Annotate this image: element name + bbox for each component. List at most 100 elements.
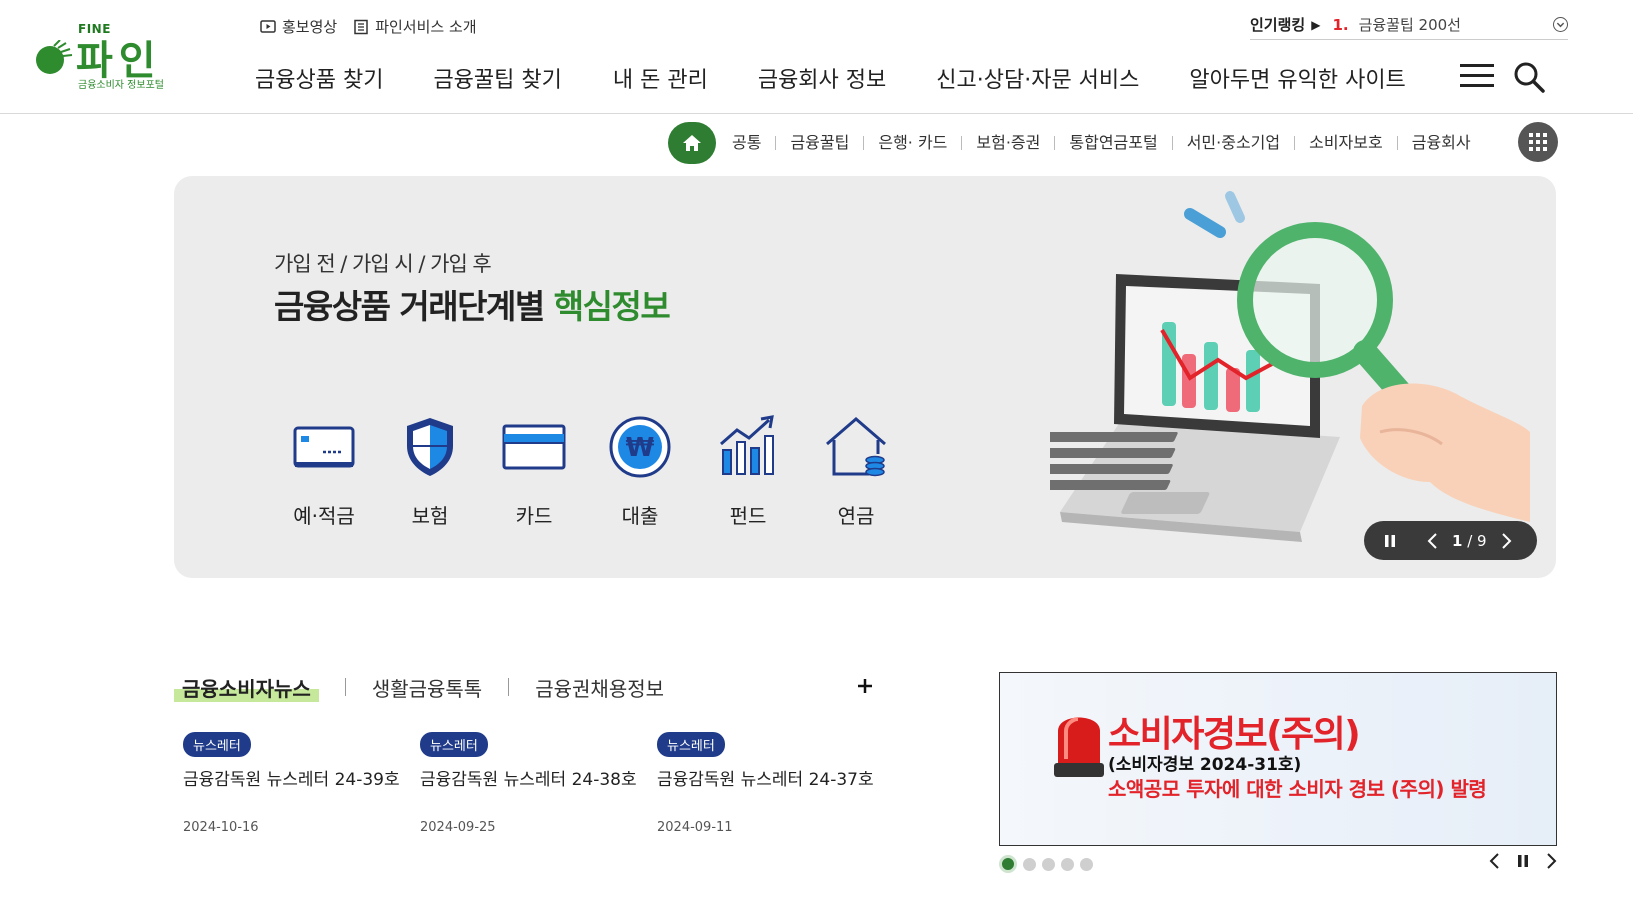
ranking-expand-button[interactable] bbox=[1553, 17, 1568, 32]
site-header: FINE 파인 금융소비자 정보포털 홍보영상 파인서비스 소개 인기랭킹 ▶ … bbox=[0, 0, 1633, 114]
hero-title-main: 금융상품 거래단계별 bbox=[274, 287, 545, 326]
pause-icon[interactable] bbox=[1382, 533, 1398, 549]
siren-icon bbox=[1054, 717, 1104, 777]
tab-divider bbox=[344, 678, 346, 696]
hero-banner[interactable]: 가입 전 / 가입 시 / 가입 후 금융상품 거래단계별 핵심정보 예·적금 … bbox=[174, 176, 1556, 578]
tab-job-info[interactable]: 금융권채용정보 bbox=[535, 673, 664, 702]
category-deposit[interactable]: 예·적금 bbox=[270, 414, 378, 529]
pause-icon[interactable] bbox=[1516, 852, 1530, 870]
tab-consumer-news[interactable]: 금융소비자뉴스 bbox=[174, 672, 319, 702]
news-badge: 뉴스레터 bbox=[183, 732, 251, 757]
hero-pretitle: 가입 전 / 가입 시 / 가입 후 bbox=[274, 252, 492, 276]
house-coin-icon bbox=[826, 417, 886, 477]
logo-mark-icon bbox=[36, 40, 73, 74]
chevron-right-icon[interactable] bbox=[1544, 852, 1558, 870]
category-pension[interactable]: 연금 bbox=[802, 414, 910, 529]
more-plus-icon[interactable] bbox=[855, 676, 875, 696]
category-label: 카드 bbox=[515, 504, 553, 528]
ranking-number: 1. bbox=[1332, 15, 1349, 34]
category-label: 펀드 bbox=[729, 504, 767, 528]
popular-ranking: 인기랭킹 ▶ 1. 금융꿀팁 200선 bbox=[1250, 10, 1568, 40]
hero-title-highlight: 핵심정보 bbox=[553, 287, 671, 326]
category-card[interactable]: 카드 bbox=[482, 414, 586, 529]
gnb-item-company-info[interactable]: 금융회사 정보 bbox=[758, 62, 886, 94]
site-logo[interactable]: FINE 파인 금융소비자 정보포털 bbox=[34, 20, 174, 92]
tab-life-finance-talk[interactable]: 생활금융톡톡 bbox=[372, 673, 482, 702]
subnav-item-tips[interactable]: 금융꿀팁 bbox=[775, 135, 863, 151]
news-title: 금융감독원 뉴스레터 24-39호 bbox=[183, 770, 400, 790]
subnav-item-financial-company[interactable]: 금융회사 bbox=[1396, 135, 1485, 151]
promo-video-link[interactable]: 홍보영상 bbox=[260, 16, 337, 37]
alert-description: 소액공모 투자에 대한 소비자 경보 (주의) 발령 bbox=[1108, 777, 1487, 801]
growth-chart-icon bbox=[720, 415, 774, 475]
home-icon bbox=[683, 135, 701, 151]
news-date: 2024-09-11 bbox=[657, 820, 733, 835]
shield-icon bbox=[407, 418, 453, 476]
subnav-item-consumer-protection[interactable]: 소비자보호 bbox=[1294, 135, 1397, 151]
subnav-item-smb[interactable]: 서민·중소기업 bbox=[1171, 135, 1294, 151]
subnav-item-insurance-securities[interactable]: 보험·증권 bbox=[961, 135, 1054, 151]
chevron-down-icon bbox=[1556, 22, 1565, 28]
pagination-dot[interactable] bbox=[1023, 857, 1036, 871]
news-item[interactable]: 뉴스레터 금융감독원 뉴스레터 24-39호 2024-10-16 bbox=[183, 732, 408, 835]
subnav-item-pension-portal[interactable]: 통합연금포털 bbox=[1054, 135, 1171, 151]
grid-menu-icon bbox=[1529, 133, 1547, 151]
news-badge: 뉴스레터 bbox=[420, 732, 488, 757]
alert-slider-controls bbox=[1488, 852, 1558, 870]
news-date: 2024-10-16 bbox=[183, 820, 259, 835]
won-coin-icon: ₩ bbox=[609, 416, 671, 478]
pagination-dot[interactable] bbox=[1042, 857, 1055, 871]
news-item[interactable]: 뉴스레터 금융감독원 뉴스레터 24-37호 2024-09-11 bbox=[657, 732, 882, 835]
pagination-dot[interactable] bbox=[999, 855, 1017, 873]
alert-number: (소비자경보 2024-31호) bbox=[1108, 755, 1302, 775]
news-date: 2024-09-25 bbox=[420, 820, 496, 835]
credit-card-icon bbox=[502, 424, 566, 470]
slide-pager: 1 / 9 bbox=[1452, 532, 1487, 550]
utility-links: 홍보영상 파인서비스 소개 bbox=[260, 16, 477, 37]
pagination-dot[interactable] bbox=[1061, 857, 1074, 871]
bankbook-icon bbox=[293, 426, 355, 468]
promo-video-label: 홍보영상 bbox=[282, 18, 338, 36]
category-label: 대출 bbox=[621, 504, 659, 528]
hero-slider-controls: 1 / 9 bbox=[1364, 521, 1537, 560]
chevron-left-icon[interactable] bbox=[1426, 532, 1440, 550]
slide-current: 1 bbox=[1452, 531, 1463, 550]
ranking-item-link[interactable]: 금융꿀팁 200선 bbox=[1359, 14, 1553, 35]
category-subnav: 공통 금융꿀팁 은행· 카드 보험·증권 통합연금포털 서민·중소기업 소비자보… bbox=[668, 122, 1485, 164]
document-list-icon bbox=[354, 19, 368, 34]
service-intro-link[interactable]: 파인서비스 소개 bbox=[353, 16, 477, 37]
news-title: 금융감독원 뉴스레터 24-37호 bbox=[657, 770, 874, 790]
category-loan[interactable]: ₩ 대출 bbox=[586, 414, 694, 529]
news-title: 금융감독원 뉴스레터 24-38호 bbox=[420, 770, 637, 790]
hero-title: 금융상품 거래단계별 핵심정보 bbox=[274, 280, 671, 328]
news-item[interactable]: 뉴스레터 금융감독원 뉴스레터 24-38호 2024-09-25 bbox=[420, 732, 645, 835]
play-video-icon bbox=[260, 19, 276, 33]
subnav-item-bank-card[interactable]: 은행· 카드 bbox=[863, 135, 961, 151]
gnb-item-find-products[interactable]: 금융상품 찾기 bbox=[255, 62, 383, 94]
chevron-left-icon[interactable] bbox=[1488, 852, 1502, 870]
service-intro-label: 파인서비스 소개 bbox=[375, 18, 477, 36]
home-button[interactable] bbox=[668, 122, 716, 164]
alert-pagination bbox=[999, 855, 1093, 873]
svg-text:₩: ₩ bbox=[626, 433, 655, 463]
category-fund[interactable]: 펀드 bbox=[694, 414, 802, 529]
tab-divider bbox=[508, 678, 510, 696]
main-navigation: 금융상품 찾기 금융꿀팁 찾기 내 돈 관리 금융회사 정보 신고·상담·자문 … bbox=[255, 62, 1406, 94]
chevron-right-icon[interactable] bbox=[1499, 532, 1513, 550]
product-category-list: 예·적금 보험 카드 ₩ 대출 펀드 연금 bbox=[270, 414, 910, 529]
all-menu-button[interactable] bbox=[1518, 122, 1558, 162]
gnb-item-useful-sites[interactable]: 알아두면 유익한 사이트 bbox=[1189, 62, 1405, 94]
menu-hamburger-icon[interactable] bbox=[1460, 64, 1494, 90]
category-label: 예·적금 bbox=[293, 504, 355, 528]
logo-subtitle: 금융소비자 정보포털 bbox=[78, 80, 164, 91]
category-insurance[interactable]: 보험 bbox=[378, 414, 482, 529]
subnav-item-common[interactable]: 공통 bbox=[732, 135, 775, 151]
search-icon[interactable] bbox=[1512, 60, 1546, 94]
gnb-item-find-tips[interactable]: 금융꿀팁 찾기 bbox=[433, 62, 561, 94]
consumer-alert-banner[interactable]: 소비자경보(주의) (소비자경보 2024-31호) 소액공모 투자에 대한 소… bbox=[999, 672, 1557, 846]
play-arrow-icon: ▶ bbox=[1311, 17, 1321, 32]
gnb-item-my-money[interactable]: 내 돈 관리 bbox=[613, 62, 708, 94]
slide-total: 9 bbox=[1477, 531, 1487, 550]
gnb-item-report-consult[interactable]: 신고·상담·자문 서비스 bbox=[936, 62, 1139, 94]
pagination-dot[interactable] bbox=[1080, 857, 1093, 871]
